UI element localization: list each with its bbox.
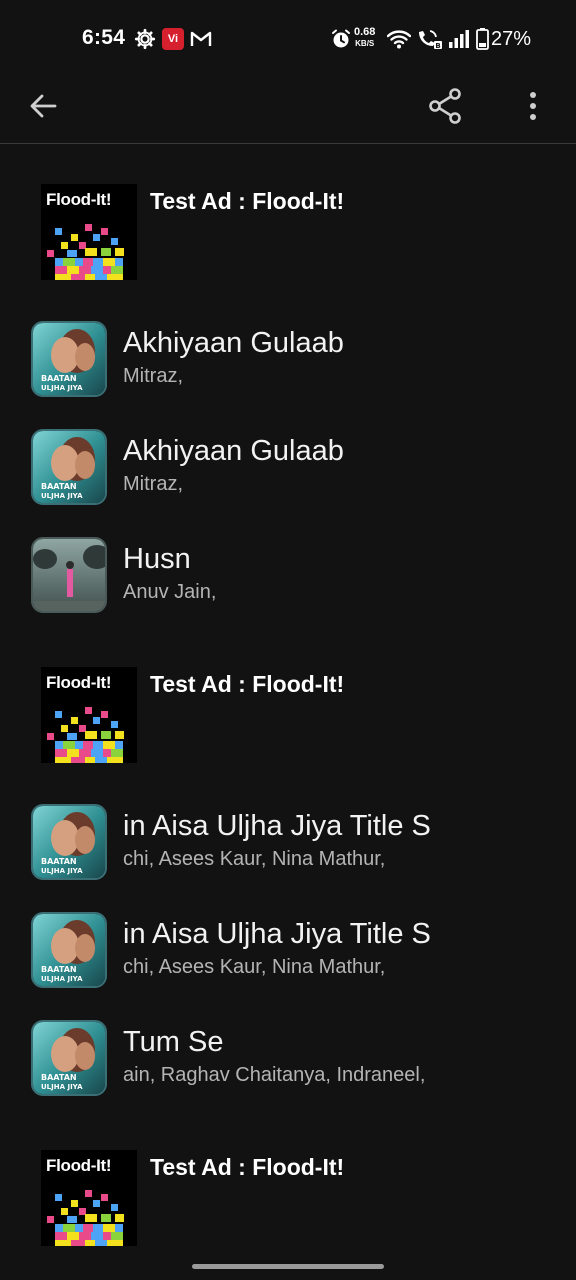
svg-text:BAATAN: BAATAN	[41, 482, 77, 491]
alarm-icon	[330, 28, 352, 50]
album-art: BAATAN ULJHA JIYA	[31, 429, 107, 505]
album-art: BAATAN ULJHA JIYA	[31, 1020, 107, 1096]
status-bar: 6:54 Vi 0.68 KB/S B 27%	[0, 0, 576, 78]
song-artist: Mitraz,	[123, 365, 183, 387]
network-speed: 0.68 KB/S	[354, 26, 376, 49]
svg-text:ULJHA JIYA: ULJHA JIYA	[41, 492, 83, 500]
battery-icon	[475, 28, 489, 50]
song-title: Akhiyaan Gulaab	[123, 327, 344, 359]
song-title: Akhiyaan Gulaab	[123, 435, 344, 467]
song-list-item[interactable]: BAATAN ULJHA JIYA Akhiyaan Gulaab Mitraz,	[0, 321, 576, 411]
album-art: BAATAN ULJHA JIYA	[31, 804, 107, 880]
svg-text:BAATAN: BAATAN	[41, 965, 77, 974]
more-options-button[interactable]	[509, 84, 557, 132]
svg-text:ULJHA JIYA: ULJHA JIYA	[41, 384, 83, 392]
flood-it-ad-icon: Flood-It!	[41, 1150, 137, 1246]
song-artist: Mitraz,	[123, 473, 183, 495]
song-title: Husn	[123, 543, 191, 575]
home-indicator[interactable]	[192, 1264, 384, 1269]
song-list-item[interactable]: BAATAN ULJHA JIYA in Aisa Uljha Jiya Titl…	[0, 804, 576, 894]
song-title: in Aisa Uljha Jiya Title S	[123, 810, 431, 842]
share-icon	[428, 87, 462, 129]
vi-app-icon: Vi	[162, 28, 184, 50]
album-art: BAATAN ULJHA JIYA	[31, 912, 107, 988]
svg-text:BAATAN: BAATAN	[41, 374, 77, 383]
svg-text:ULJHA JIYA: ULJHA JIYA	[41, 867, 83, 875]
svg-text:B: B	[435, 42, 440, 49]
svg-text:BAATAN: BAATAN	[41, 1073, 77, 1082]
svg-text:BAATAN: BAATAN	[41, 857, 77, 866]
song-list-item[interactable]: BAATAN ULJHA JIYA Akhiyaan Gulaab Mitraz,	[0, 429, 576, 519]
status-time: 6:54	[82, 26, 126, 49]
arrow-left-icon	[28, 91, 58, 126]
ad-banner[interactable]: Flood-It! Test Ad : Flood-It!	[0, 667, 576, 767]
flood-it-ad-icon: Flood-It!	[41, 667, 137, 763]
ad-banner[interactable]: Flood-It! Test Ad : Flood-It!	[0, 1150, 576, 1250]
song-list-item[interactable]: BAATAN ULJHA JIYA in Aisa Uljha Jiya Titl…	[0, 912, 576, 1002]
battery-percent: 27%	[491, 28, 532, 50]
share-button[interactable]	[421, 84, 469, 132]
ad-title: Test Ad : Flood-It!	[150, 671, 345, 697]
song-artist: chi, Asees Kaur, Nina Mathur,	[123, 848, 386, 870]
song-list-item[interactable]: Husn Anuv Jain,	[0, 537, 576, 627]
svg-text:ULJHA JIYA: ULJHA JIYA	[41, 1083, 83, 1091]
ad-title: Test Ad : Flood-It!	[150, 188, 345, 214]
album-art: BAATAN ULJHA JIYA	[31, 321, 107, 397]
song-artist: chi, Asees Kaur, Nina Mathur,	[123, 956, 386, 978]
wifi-icon	[386, 28, 412, 50]
signal-icon	[447, 28, 471, 50]
song-artist: Anuv Jain,	[123, 581, 217, 603]
song-list-item[interactable]: BAATAN ULJHA JIYA Tum Se ain, Raghav Chai…	[0, 1020, 576, 1110]
ad-title: Test Ad : Flood-It!	[150, 1154, 345, 1180]
album-art	[31, 537, 107, 613]
ad-banner[interactable]: Flood-It! Test Ad : Flood-It!	[0, 184, 576, 284]
flood-it-ad-icon: Flood-It!	[41, 184, 137, 280]
gmail-icon	[189, 28, 213, 50]
song-title: Tum Se	[123, 1026, 224, 1058]
svg-text:ULJHA JIYA: ULJHA JIYA	[41, 975, 83, 983]
top-app-bar	[0, 78, 576, 144]
song-artist: ain, Raghav Chaitanya, Indraneel,	[123, 1064, 426, 1086]
settings-gear-icon	[133, 28, 157, 50]
song-title: in Aisa Uljha Jiya Title S	[123, 918, 431, 950]
more-vert-icon	[528, 91, 538, 126]
back-button[interactable]	[19, 84, 67, 132]
volte-call-icon: B	[415, 28, 443, 50]
